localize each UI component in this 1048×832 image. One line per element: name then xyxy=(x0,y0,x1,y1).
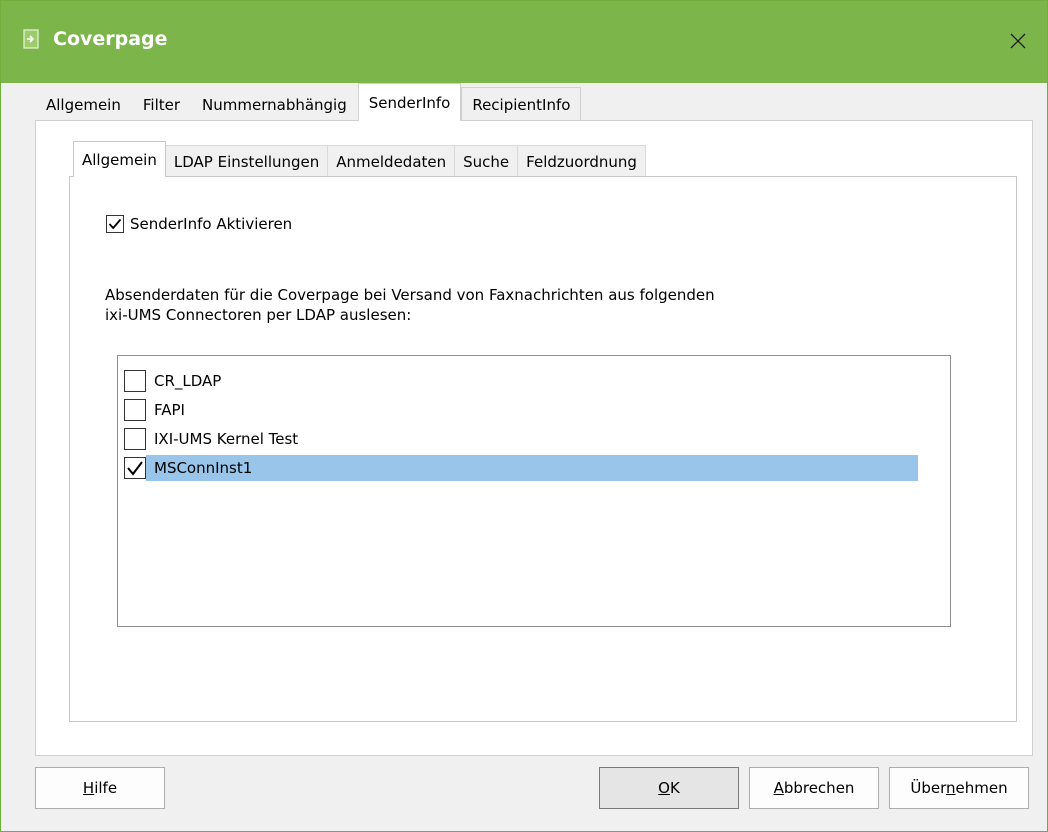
tab-suche[interactable]: Suche xyxy=(454,145,519,177)
label-rest: ilfe xyxy=(94,779,118,797)
description-line: Absenderdaten für die Coverpage bei Vers… xyxy=(105,286,715,304)
tab-label: Suche xyxy=(463,152,510,171)
tab-nummernabhaengig[interactable]: Nummernabhängig xyxy=(191,87,358,121)
connector-listbox[interactable]: CR_LDAP FAPI IXI-UMS Kernel Test MSConnI… xyxy=(117,355,951,627)
senderinfo-enable-label: SenderInfo Aktivieren xyxy=(130,215,293,233)
connector-description: Absenderdaten für die Coverpage bei Vers… xyxy=(105,285,715,325)
checkbox[interactable] xyxy=(124,427,146,450)
label-rest: bbrechen xyxy=(783,779,855,797)
close-button[interactable] xyxy=(989,1,1047,81)
close-icon xyxy=(1010,33,1026,49)
list-item-fapi[interactable]: FAPI xyxy=(124,395,191,424)
senderinfo-enable-checkbox[interactable]: SenderInfo Aktivieren xyxy=(106,215,292,233)
accesskey-letter: A xyxy=(773,779,784,797)
list-item-msconninst1[interactable]: MSConnInst1 xyxy=(124,453,918,482)
apply-button[interactable]: Übernehmen xyxy=(889,767,1029,809)
accesskey-letter: n xyxy=(946,779,956,797)
title-bar[interactable]: Coverpage xyxy=(1,1,1047,83)
checkmark-icon xyxy=(108,218,122,230)
accesskey-letter: O xyxy=(658,779,670,797)
list-item-cr-ldap[interactable]: CR_LDAP xyxy=(124,366,227,395)
button-label: Hilfe xyxy=(83,779,117,797)
help-button[interactable]: Hilfe xyxy=(35,767,165,809)
tab-label: Allgemein xyxy=(46,95,121,114)
outer-tab-strip: Allgemein Filter Nummernabhängig SenderI… xyxy=(35,83,582,121)
list-item-label: IXI-UMS Kernel Test xyxy=(154,429,299,448)
tab-senderinfo[interactable]: SenderInfo xyxy=(357,83,462,121)
label-rest: K xyxy=(669,779,680,797)
checkbox[interactable] xyxy=(124,456,146,479)
window-title: Coverpage xyxy=(53,28,168,50)
tab-label: Anmeldedaten xyxy=(336,152,447,171)
description-line: ixi-UMS Connectoren per LDAP auslesen: xyxy=(105,306,412,324)
checkbox[interactable] xyxy=(124,369,146,392)
tab-anmeldedaten[interactable]: Anmeldedaten xyxy=(327,145,456,177)
tab-label: Allgemein xyxy=(82,150,157,169)
accesskey-letter: H xyxy=(82,779,95,797)
tab-label: Feldzuordnung xyxy=(526,152,637,171)
list-item-label: FAPI xyxy=(154,400,185,419)
button-label: OK xyxy=(658,779,680,797)
tab-label: Filter xyxy=(142,95,181,114)
cancel-button[interactable]: Abbrechen xyxy=(749,767,879,809)
tab-label: Nummernabhängig xyxy=(202,95,347,114)
ok-button[interactable]: OK xyxy=(599,767,739,809)
coverpage-app-icon xyxy=(23,29,41,49)
tab-allgemein[interactable]: Allgemein xyxy=(35,87,132,121)
tab-label: SenderInfo xyxy=(368,93,451,112)
tab-label: RecipientInfo xyxy=(472,95,571,114)
button-label: Abbrechen xyxy=(774,779,855,797)
checkbox[interactable] xyxy=(106,215,124,233)
tab-label: LDAP Einstellungen xyxy=(173,152,320,171)
inner-tab-strip: Allgemein LDAP Einstellungen Anmeldedate… xyxy=(73,141,646,177)
list-item-label: CR_LDAP xyxy=(154,371,222,390)
list-item-ixi-ums-kernel-test[interactable]: IXI-UMS Kernel Test xyxy=(124,424,304,453)
checkmark-icon xyxy=(127,460,143,476)
label-pre: Über xyxy=(910,779,947,797)
tab-feldzuordnung[interactable]: Feldzuordnung xyxy=(517,145,646,177)
tab-filter[interactable]: Filter xyxy=(131,87,192,121)
button-label: Übernehmen xyxy=(910,779,1007,797)
tab-recipientinfo[interactable]: RecipientInfo xyxy=(461,87,582,121)
coverpage-dialog: Coverpage Allgemein Filter Nummernabhäng… xyxy=(0,0,1048,832)
tab-sub-allgemein[interactable]: Allgemein xyxy=(73,141,166,177)
label-rest: ehmen xyxy=(955,779,1008,797)
checkbox[interactable] xyxy=(124,398,146,421)
list-item-label: MSConnInst1 xyxy=(146,454,918,481)
tab-ldap-einstellungen[interactable]: LDAP Einstellungen xyxy=(164,145,329,177)
